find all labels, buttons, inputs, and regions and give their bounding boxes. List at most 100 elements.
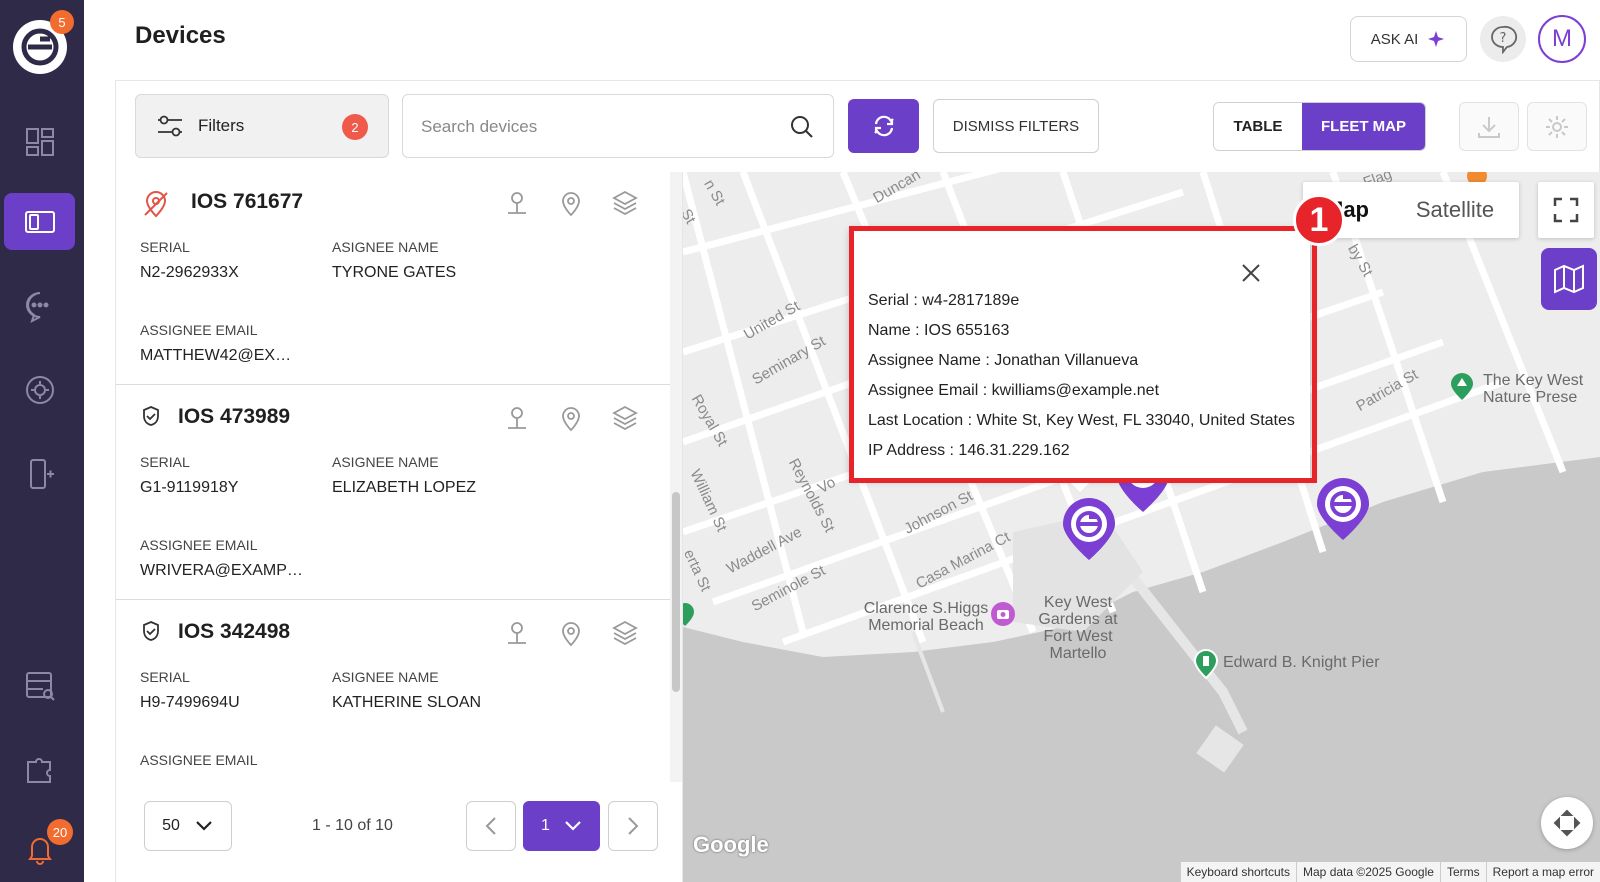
poi-nature-preserve: The Key West Nature Prese xyxy=(1451,372,1600,406)
dashboard-icon[interactable] xyxy=(4,113,75,170)
filters-label: Filters xyxy=(198,116,245,135)
map-icon xyxy=(1554,264,1584,294)
fullscreen-button[interactable] xyxy=(1538,182,1594,238)
reports-icon[interactable] xyxy=(4,657,75,714)
download-button[interactable] xyxy=(1459,102,1519,151)
per-page-select[interactable]: 50 xyxy=(144,801,232,851)
camera-pin-icon xyxy=(991,602,1015,626)
list-scrollbar[interactable] xyxy=(670,172,682,782)
tab-fleet-map[interactable]: FLEET MAP xyxy=(1302,103,1425,150)
poi-label: Clarence S.Higgs Memorial Beach xyxy=(863,600,989,634)
location-pin-icon[interactable] xyxy=(556,403,586,433)
search-icon[interactable] xyxy=(789,114,815,140)
dismiss-filters-button[interactable]: DISMISS FILTERS xyxy=(933,99,1099,153)
logo-notification-badge: 5 xyxy=(50,10,74,34)
side-nav: 5 20 xyxy=(0,0,84,882)
notification-count-badge: 20 xyxy=(47,819,73,845)
sync-icon xyxy=(873,115,894,137)
assignee-email-label: ASSIGNEE EMAIL xyxy=(140,322,258,338)
next-page-button[interactable] xyxy=(608,801,658,851)
user-avatar[interactable]: M xyxy=(1538,15,1586,63)
logo-icon xyxy=(21,28,59,66)
pan-arrows-icon xyxy=(1553,809,1581,837)
search-box xyxy=(402,94,834,158)
search-input[interactable] xyxy=(421,115,781,139)
serial-label: SERIAL xyxy=(140,454,190,470)
question-icon: ? xyxy=(1491,25,1518,54)
device-card[interactable]: IOS 761677 SERIAL N2-2962933X ASIGNEE NA… xyxy=(116,172,672,385)
assignee-email-value: WRIVERA@EXAMP… xyxy=(140,562,303,579)
assignee-name-label: ASIGNEE NAME xyxy=(332,239,439,255)
location-off-icon xyxy=(144,191,168,218)
assignee-name-label: ASIGNEE NAME xyxy=(332,454,439,470)
help-button[interactable]: ? xyxy=(1480,16,1526,62)
park-pin-icon xyxy=(1451,373,1473,400)
ask-ai-button[interactable]: ASK AI xyxy=(1350,16,1467,62)
serial-value: N2-2962933X xyxy=(140,264,239,281)
chevron-left-icon xyxy=(485,817,496,835)
location-pin-icon[interactable] xyxy=(556,188,586,218)
poi-key-west-gardens: Key West Gardens at Fort West Martello xyxy=(1023,594,1133,662)
per-page-value: 50 xyxy=(162,817,180,834)
settings-sync-icon[interactable] xyxy=(4,361,75,418)
map-layers-button[interactable] xyxy=(1541,248,1597,310)
tab-table[interactable]: TABLE xyxy=(1214,103,1302,150)
filters-button[interactable]: Filters 2 xyxy=(135,94,389,158)
page-title: Devices xyxy=(135,22,226,49)
prev-page-button[interactable] xyxy=(466,801,516,851)
layers-icon[interactable] xyxy=(610,403,640,433)
filters-count-badge: 2 xyxy=(342,114,368,140)
map-data-text: Map data ©2025 Google xyxy=(1296,862,1440,882)
shield-icon xyxy=(143,406,159,426)
keyboard-shortcuts-link[interactable]: Keyboard shortcuts xyxy=(1179,862,1296,882)
poi-label: Key West Gardens at Fort West Martello xyxy=(1038,594,1118,662)
integrations-icon[interactable] xyxy=(4,740,75,797)
svg-text:?: ? xyxy=(1500,31,1507,46)
terms-link[interactable]: Terms xyxy=(1439,862,1486,882)
chevron-right-icon xyxy=(628,817,639,835)
google-logo: Google xyxy=(693,832,769,857)
device-card[interactable]: IOS 473989 SERIAL G1-9119918Y ASIGNEE NA… xyxy=(116,387,672,600)
chevron-down-icon xyxy=(565,821,581,831)
pin-drop-icon[interactable] xyxy=(502,188,532,218)
scrollbar-thumb[interactable] xyxy=(672,492,680,692)
chevron-down-icon xyxy=(196,821,212,831)
current-page: 1 xyxy=(541,817,550,834)
location-pin-icon[interactable] xyxy=(556,618,586,648)
map-attribution: Keyboard shortcuts Map data ©2025 Google… xyxy=(1179,862,1600,882)
add-device-icon[interactable] xyxy=(4,445,75,502)
serial-value: H9-7499694U xyxy=(140,694,240,711)
chat-icon[interactable] xyxy=(4,277,75,334)
device-marker-icon[interactable] xyxy=(1315,478,1371,542)
sync-button[interactable] xyxy=(848,99,919,153)
poi-pier: Edward B. Knight Pier xyxy=(1223,654,1380,671)
device-marker-icon[interactable] xyxy=(1061,498,1117,562)
layers-icon[interactable] xyxy=(610,618,640,648)
sliders-icon xyxy=(158,115,182,137)
gear-icon xyxy=(1546,115,1568,138)
map-type-satellite[interactable]: Satellite xyxy=(1391,182,1519,238)
assignee-name-label: ASIGNEE NAME xyxy=(332,669,439,685)
report-error-link[interactable]: Report a map error xyxy=(1485,862,1600,882)
assignee-email-label: ASSIGNEE EMAIL xyxy=(140,537,258,553)
download-icon xyxy=(1478,116,1500,138)
fleet-map[interactable]: Duncan United St Seminary St Royal St Re… xyxy=(683,172,1600,882)
device-name[interactable]: IOS 761677 xyxy=(191,190,303,214)
page-select[interactable]: 1 xyxy=(523,801,600,851)
serial-label: SERIAL xyxy=(140,669,190,685)
device-list: IOS 761677 SERIAL N2-2962933X ASIGNEE NA… xyxy=(115,172,683,882)
pin-drop-icon[interactable] xyxy=(502,403,532,433)
map-pan-control[interactable] xyxy=(1541,797,1593,849)
poi-label: The Key West Nature Prese xyxy=(1483,372,1584,406)
devices-icon[interactable] xyxy=(4,193,75,250)
pin-drop-icon[interactable] xyxy=(502,618,532,648)
settings-button[interactable] xyxy=(1527,102,1587,151)
assignee-name-value: ELIZABETH LOPEZ xyxy=(332,479,477,496)
device-name[interactable]: IOS 473989 xyxy=(178,405,290,429)
layers-icon[interactable] xyxy=(610,188,640,218)
annotation-number: 1 xyxy=(1293,194,1345,246)
page-range: 1 - 10 of 10 xyxy=(312,817,393,834)
device-name[interactable]: IOS 342498 xyxy=(178,620,290,644)
serial-value: G1-9119918Y xyxy=(140,479,239,496)
view-toggle: TABLE FLEET MAP xyxy=(1213,102,1426,151)
